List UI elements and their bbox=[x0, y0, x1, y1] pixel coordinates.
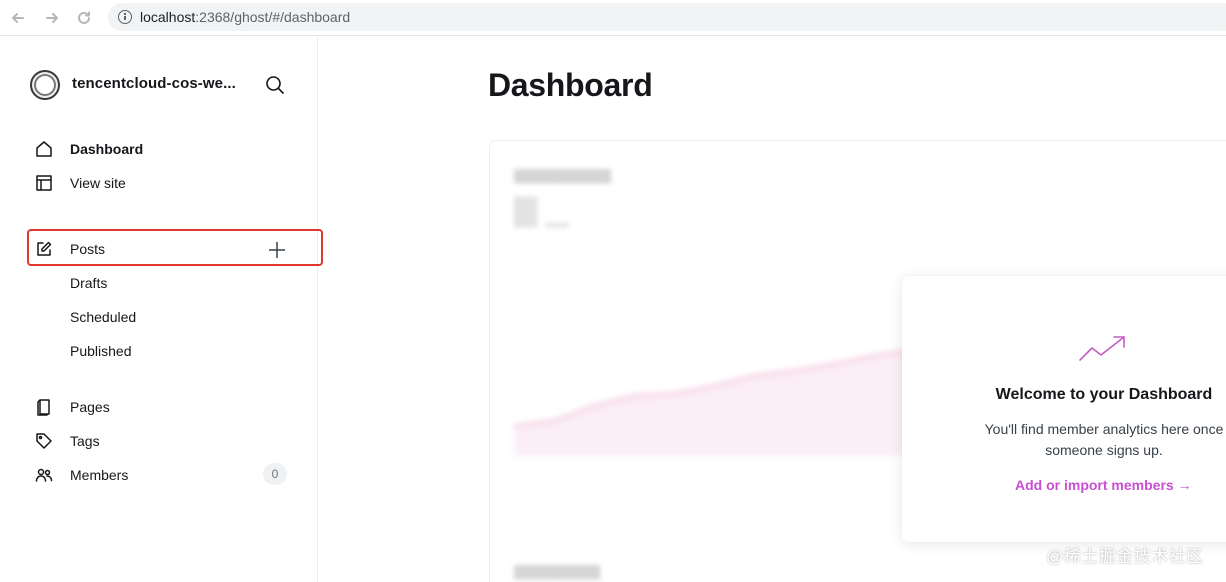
url-path: :2368/ghost/#/dashboard bbox=[195, 9, 351, 25]
tag-icon bbox=[32, 429, 56, 453]
sub-item-drafts[interactable]: Drafts bbox=[70, 275, 107, 291]
page-title: Dashboard bbox=[488, 67, 653, 103]
site-logo[interactable] bbox=[30, 70, 60, 100]
nav-item-label: Members bbox=[70, 467, 129, 483]
nav-item-dashboard[interactable]: Dashboard bbox=[32, 136, 143, 162]
reload-icon bbox=[78, 11, 90, 24]
nav-item-view-site[interactable]: View site bbox=[32, 170, 126, 196]
blurred-section-placeholder: ▇▇▇▇▇▇▇▇ bbox=[514, 563, 601, 579]
members-count-badge: 0 bbox=[263, 463, 287, 485]
arrow-right-icon bbox=[46, 13, 58, 23]
sidebar: tencentcloud-cos-we... Dashboard View si… bbox=[0, 37, 323, 582]
plus-icon bbox=[269, 242, 285, 258]
sub-item-published[interactable]: Published bbox=[70, 343, 132, 359]
nav-item-label: Posts bbox=[70, 241, 106, 257]
blurred-heading-placeholder: ▇▇▇▇▇▇▇▇▇ bbox=[514, 167, 611, 183]
members-icon bbox=[32, 463, 56, 487]
browser-toolbar: localhost:2368/ghost/#/dashboard bbox=[0, 0, 1226, 36]
layout-icon bbox=[32, 171, 56, 195]
nav-item-label: Dashboard bbox=[70, 141, 144, 157]
blurred-value-placeholder: ▇ ▁ bbox=[514, 194, 569, 227]
info-icon[interactable] bbox=[118, 10, 132, 24]
back-button[interactable] bbox=[6, 6, 30, 30]
add-import-members-link[interactable]: Add or import members → bbox=[1015, 477, 1192, 493]
nav-item-pages[interactable]: Pages bbox=[32, 394, 110, 420]
nav-item-label: Tags bbox=[70, 433, 100, 449]
nav-item-tags[interactable]: Tags bbox=[32, 428, 100, 454]
forward-button[interactable] bbox=[40, 6, 64, 30]
edit-icon bbox=[32, 237, 56, 261]
page-icon bbox=[32, 395, 56, 419]
nav-item-label: View site bbox=[70, 175, 126, 191]
reload-button[interactable] bbox=[72, 6, 96, 30]
site-title[interactable]: tencentcloud-cos-we... bbox=[72, 75, 236, 92]
address-bar[interactable]: localhost:2368/ghost/#/dashboard bbox=[108, 3, 1226, 31]
welcome-panel: Welcome to your Dashboard You'll find me… bbox=[902, 276, 1226, 542]
arrow-left-icon bbox=[12, 13, 24, 23]
new-post-button[interactable] bbox=[266, 239, 288, 261]
trending-up-icon bbox=[1078, 334, 1128, 364]
blurred-chart-placeholder bbox=[514, 344, 934, 456]
home-icon bbox=[32, 137, 56, 161]
nav-item-label: Pages bbox=[70, 399, 110, 415]
sub-item-scheduled[interactable]: Scheduled bbox=[70, 309, 136, 325]
search-icon[interactable] bbox=[264, 74, 286, 96]
nav-item-members[interactable]: Members bbox=[32, 462, 128, 488]
nav-item-posts[interactable]: Posts bbox=[32, 236, 105, 262]
welcome-description: You'll find member analytics here once s… bbox=[984, 421, 1224, 458]
watermark: @稀土掘金技术社区 bbox=[1046, 547, 1204, 566]
welcome-title: Welcome to your Dashboard bbox=[995, 386, 1213, 403]
url-host: localhost bbox=[140, 9, 196, 25]
